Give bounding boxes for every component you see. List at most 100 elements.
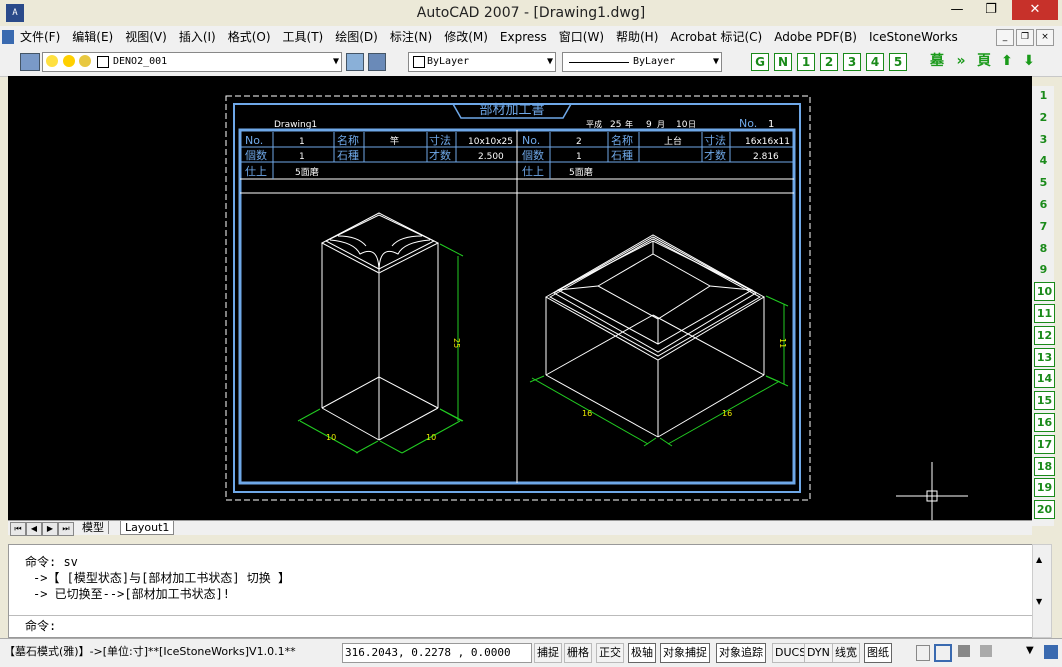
restore-button[interactable]: ❐ — [976, 0, 1006, 20]
color-select[interactable]: ByLayer ▼ — [408, 52, 556, 72]
p1-finish-label: 仕上 — [245, 165, 267, 178]
arrow-down-icon[interactable]: ⬇ — [1020, 53, 1038, 69]
toggle-ortho[interactable]: 正交 — [596, 643, 624, 663]
p2-name-label: 名称 — [611, 133, 633, 147]
menu-item[interactable]: 标注(N) — [384, 26, 438, 48]
toggle-osnap[interactable]: 对象捕捉 — [660, 643, 710, 663]
command-input[interactable] — [69, 618, 969, 634]
doc-restore-icon[interactable]: ❐ — [1016, 29, 1034, 46]
view-button-12[interactable]: 12 — [1034, 325, 1055, 345]
pan-icon[interactable] — [958, 645, 970, 657]
next-tab-icon[interactable]: ▶ — [42, 522, 58, 536]
p2-dim-w2: 16 — [722, 409, 732, 418]
drawing-canvas[interactable]: 部材加工書 Drawing1 平成 25 年 9 月 10 日 No. 1 No… — [8, 76, 1032, 520]
toggle-dyn[interactable]: DYN — [804, 643, 833, 663]
view-button-1[interactable]: 1 — [1034, 86, 1053, 105]
g-button[interactable]: G — [751, 53, 769, 71]
view-button-18[interactable]: 18 — [1034, 456, 1055, 476]
view-button-10[interactable]: 10 — [1034, 282, 1055, 302]
menu-item[interactable]: 视图(V) — [119, 26, 173, 48]
menu-item[interactable]: 插入(I) — [173, 26, 222, 48]
status-bar: 【墓石模式(雅)】->[单位:寸]**[IceStoneWorks]V1.0.1… — [0, 638, 1062, 667]
date-year-label: 年 — [625, 119, 633, 129]
arrow-up-icon[interactable]: ⬆ — [998, 53, 1016, 69]
menu-item[interactable]: Express — [494, 26, 553, 48]
view-2-button[interactable]: 2 — [820, 53, 838, 71]
scroll-down-icon[interactable]: ▼ — [1036, 597, 1042, 606]
n-button[interactable]: N — [774, 53, 792, 71]
view-button-14[interactable]: 14 — [1034, 369, 1055, 389]
view-button-7[interactable]: 7 — [1034, 217, 1053, 236]
last-tab-icon[interactable]: ⏭ — [58, 522, 74, 536]
next-icon[interactable]: » — [952, 53, 970, 69]
menu-item[interactable]: 文件(F) — [14, 26, 66, 48]
p1-dim-w1: 10 — [326, 433, 336, 442]
status-menu-icon[interactable]: ▼ — [1026, 645, 1034, 656]
menu-item[interactable]: 编辑(E) — [66, 26, 119, 48]
p1-finish: 5面磨 — [295, 167, 319, 178]
tab-model[interactable]: 模型 — [78, 521, 109, 534]
view-button-5[interactable]: 5 — [1034, 173, 1053, 192]
view-1-button[interactable]: 1 — [797, 53, 815, 71]
menu-item[interactable]: 帮助(H) — [610, 26, 664, 48]
close-button[interactable]: ✕ — [1012, 0, 1058, 20]
p1-volume: 2.500 — [478, 152, 504, 162]
zoom-icon[interactable] — [980, 645, 992, 657]
menu-item[interactable]: 工具(T) — [277, 26, 330, 48]
maximize-viewport-icon[interactable] — [934, 644, 952, 662]
command-scrollbar[interactable]: ▲ ▼ — [1032, 544, 1052, 638]
layer-select[interactable]: DENO2_001 ▼ — [42, 52, 342, 72]
paper-space-icon[interactable] — [916, 645, 930, 661]
menu-item[interactable]: Acrobat 标记(C) — [664, 26, 768, 48]
view-button-3[interactable]: 3 — [1034, 130, 1053, 149]
p1-volume-label: 才数 — [429, 148, 451, 162]
view-button-6[interactable]: 6 — [1034, 195, 1053, 214]
document-icon[interactable] — [2, 30, 14, 44]
toggle-otrack[interactable]: 对象追踪 — [716, 643, 766, 663]
menu-item[interactable]: Adobe PDF(B) — [768, 26, 863, 48]
view-button-11[interactable]: 11 — [1034, 304, 1055, 323]
scroll-up-icon[interactable]: ▲ — [1036, 555, 1042, 564]
view-button-8[interactable]: 8 — [1034, 239, 1053, 258]
menu-item[interactable]: IceStoneWorks — [863, 26, 964, 48]
linetype-select[interactable]: ByLayer ▼ — [562, 52, 722, 72]
command-window[interactable]: 命令: sv ->【 [模型状态]与[部材加工书状态] 切换 】 -> 已切换至… — [8, 544, 1034, 638]
lock-icon — [79, 55, 91, 67]
toggle-paper[interactable]: 图纸 — [864, 643, 892, 663]
toggle-snap[interactable]: 捕捉 — [534, 643, 562, 663]
doc-minimize-icon[interactable]: _ — [996, 29, 1014, 46]
layer-previous-icon[interactable] — [368, 53, 386, 71]
view-4-button[interactable]: 4 — [866, 53, 884, 71]
minimize-button[interactable]: — — [942, 0, 972, 20]
date-era: 平成 — [586, 119, 602, 129]
view-button-20[interactable]: 20 — [1034, 500, 1055, 520]
stone-icon[interactable]: 墓 — [928, 53, 946, 69]
view-button-19[interactable]: 19 — [1034, 478, 1055, 498]
view-button-4[interactable]: 4 — [1034, 151, 1053, 170]
view-5-button[interactable]: 5 — [889, 53, 907, 71]
view-button-15[interactable]: 15 — [1034, 391, 1055, 411]
tab-layout1[interactable]: Layout1 — [120, 521, 175, 535]
toggle-lineweight[interactable]: 线宽 — [832, 643, 860, 663]
menu-item[interactable]: 窗口(W) — [553, 26, 610, 48]
menu-item[interactable]: 绘图(D) — [329, 26, 384, 48]
view-button-13[interactable]: 13 — [1034, 347, 1055, 367]
toggle-polar[interactable]: 极轴 — [628, 643, 656, 663]
page-icon[interactable]: 頁 — [975, 53, 993, 69]
view-number-toolbar: 1 2 3 4 5 6 7 8 9 10 11 12 13 14 15 16 17 18 19 20 — [1032, 86, 1055, 526]
view-3-button[interactable]: 3 — [843, 53, 861, 71]
first-tab-icon[interactable]: ⏮ — [10, 522, 26, 536]
view-button-2[interactable]: 2 — [1034, 108, 1053, 127]
menu-item[interactable]: 格式(O) — [222, 26, 277, 48]
toggle-grid[interactable]: 栅格 — [564, 643, 592, 663]
menu-item[interactable]: 修改(M) — [438, 26, 494, 48]
clean-screen-icon[interactable] — [1044, 645, 1058, 659]
layer-manager-icon[interactable] — [20, 53, 40, 71]
doc-close-icon[interactable]: × — [1036, 29, 1054, 46]
view-button-9[interactable]: 9 — [1034, 260, 1053, 279]
view-button-17[interactable]: 17 — [1034, 434, 1055, 454]
make-layer-current-icon[interactable] — [346, 53, 364, 71]
prev-tab-icon[interactable]: ◀ — [26, 522, 42, 536]
view-button-16[interactable]: 16 — [1034, 413, 1055, 432]
coordinates-display[interactable]: 316.2043, 0.2278 , 0.0000 — [342, 643, 532, 663]
